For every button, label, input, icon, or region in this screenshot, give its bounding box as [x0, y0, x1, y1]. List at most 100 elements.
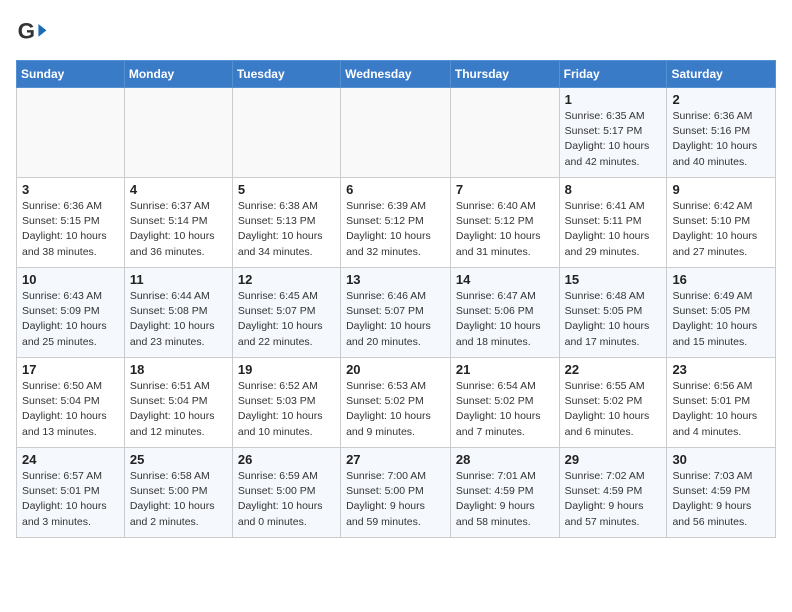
calendar-header: SundayMondayTuesdayWednesdayThursdayFrid…: [17, 61, 776, 88]
day-cell: [341, 88, 451, 178]
day-cell: 18 Sunrise: 6:51 AMSunset: 5:04 PMDayligh…: [124, 358, 232, 448]
day-info: Sunrise: 6:38 AMSunset: 5:13 PMDaylight:…: [238, 199, 335, 260]
day-info: Sunrise: 6:59 AMSunset: 5:00 PMDaylight:…: [238, 469, 335, 530]
day-number: 16: [672, 272, 770, 287]
day-info: Sunrise: 6:41 AMSunset: 5:11 PMDaylight:…: [565, 199, 662, 260]
day-number: 9: [672, 182, 770, 197]
day-cell: [124, 88, 232, 178]
day-number: 15: [565, 272, 662, 287]
day-cell: 7Sunrise: 6:40 AMSunset: 5:12 PMDaylight…: [450, 178, 559, 268]
day-number: 21: [456, 362, 554, 377]
day-cell: 16 Sunrise: 6:49 AMSunset: 5:05 PMDayligh…: [667, 268, 776, 358]
day-info: Sunrise: 6:58 AMSunset: 5:00 PMDaylight:…: [130, 469, 227, 530]
day-cell: [450, 88, 559, 178]
day-number: 17: [22, 362, 119, 377]
day-info: Sunrise: 6:43 AMSunset: 5:09 PMDaylight:…: [22, 289, 119, 350]
day-info: Sunrise: 6:57 AMSunset: 5:01 PMDaylight:…: [22, 469, 119, 530]
day-number: 10: [22, 272, 119, 287]
calendar-body: 1 Sunrise: 6:35 AMSunset: 5:17 PMDaylight…: [17, 88, 776, 538]
day-number: 8: [565, 182, 662, 197]
logo-icon: G: [16, 16, 48, 48]
day-info: Sunrise: 7:00 AMSunset: 5:00 PMDaylight:…: [346, 469, 445, 530]
day-cell: 25 Sunrise: 6:58 AMSunset: 5:00 PMDayligh…: [124, 448, 232, 538]
weekday-header-monday: Monday: [124, 61, 232, 88]
day-cell: 10 Sunrise: 6:43 AMSunset: 5:09 PMDayligh…: [17, 268, 125, 358]
week-row-5: 24 Sunrise: 6:57 AMSunset: 5:01 PMDayligh…: [17, 448, 776, 538]
day-number: 29: [565, 452, 662, 467]
day-info: Sunrise: 7:01 AMSunset: 4:59 PMDaylight:…: [456, 469, 554, 530]
day-cell: 24 Sunrise: 6:57 AMSunset: 5:01 PMDayligh…: [17, 448, 125, 538]
day-info: Sunrise: 6:42 AMSunset: 5:10 PMDaylight:…: [672, 199, 770, 260]
day-number: 23: [672, 362, 770, 377]
day-number: 4: [130, 182, 227, 197]
day-cell: 28 Sunrise: 7:01 AMSunset: 4:59 PMDayligh…: [450, 448, 559, 538]
day-number: 14: [456, 272, 554, 287]
day-info: Sunrise: 6:55 AMSunset: 5:02 PMDaylight:…: [565, 379, 662, 440]
day-cell: 5 Sunrise: 6:38 AMSunset: 5:13 PMDaylight…: [232, 178, 340, 268]
day-number: 5: [238, 182, 335, 197]
day-info: Sunrise: 6:36 AMSunset: 5:16 PMDaylight:…: [672, 109, 770, 170]
day-cell: [232, 88, 340, 178]
day-cell: 8 Sunrise: 6:41 AMSunset: 5:11 PMDaylight…: [559, 178, 667, 268]
day-info: Sunrise: 6:45 AMSunset: 5:07 PMDaylight:…: [238, 289, 335, 350]
day-cell: 6Sunrise: 6:39 AMSunset: 5:12 PMDaylight…: [341, 178, 451, 268]
day-info: Sunrise: 6:46 AMSunset: 5:07 PMDaylight:…: [346, 289, 445, 350]
day-cell: 4 Sunrise: 6:37 AMSunset: 5:14 PMDaylight…: [124, 178, 232, 268]
day-info: Sunrise: 7:02 AMSunset: 4:59 PMDaylight:…: [565, 469, 662, 530]
svg-text:G: G: [18, 18, 35, 43]
logo: G: [16, 16, 54, 48]
weekday-header-wednesday: Wednesday: [341, 61, 451, 88]
day-number: 25: [130, 452, 227, 467]
weekday-row: SundayMondayTuesdayWednesdayThursdayFrid…: [17, 61, 776, 88]
day-info: Sunrise: 6:53 AMSunset: 5:02 PMDaylight:…: [346, 379, 445, 440]
day-number: 1: [565, 92, 662, 107]
day-info: Sunrise: 6:37 AMSunset: 5:14 PMDaylight:…: [130, 199, 227, 260]
day-info: Sunrise: 6:44 AMSunset: 5:08 PMDaylight:…: [130, 289, 227, 350]
day-cell: 14Sunrise: 6:47 AMSunset: 5:06 PMDayligh…: [450, 268, 559, 358]
week-row-2: 3 Sunrise: 6:36 AMSunset: 5:15 PMDaylight…: [17, 178, 776, 268]
day-number: 26: [238, 452, 335, 467]
day-cell: 20 Sunrise: 6:53 AMSunset: 5:02 PMDayligh…: [341, 358, 451, 448]
day-info: Sunrise: 6:49 AMSunset: 5:05 PMDaylight:…: [672, 289, 770, 350]
day-cell: 29 Sunrise: 7:02 AMSunset: 4:59 PMDayligh…: [559, 448, 667, 538]
day-cell: 23 Sunrise: 6:56 AMSunset: 5:01 PMDayligh…: [667, 358, 776, 448]
day-number: 24: [22, 452, 119, 467]
day-cell: 22 Sunrise: 6:55 AMSunset: 5:02 PMDayligh…: [559, 358, 667, 448]
day-cell: 12 Sunrise: 6:45 AMSunset: 5:07 PMDayligh…: [232, 268, 340, 358]
day-info: Sunrise: 6:50 AMSunset: 5:04 PMDaylight:…: [22, 379, 119, 440]
day-number: 12: [238, 272, 335, 287]
day-cell: 1 Sunrise: 6:35 AMSunset: 5:17 PMDaylight…: [559, 88, 667, 178]
weekday-header-friday: Friday: [559, 61, 667, 88]
weekday-header-sunday: Sunday: [17, 61, 125, 88]
weekday-header-saturday: Saturday: [667, 61, 776, 88]
day-cell: 3 Sunrise: 6:36 AMSunset: 5:15 PMDaylight…: [17, 178, 125, 268]
day-number: 28: [456, 452, 554, 467]
day-info: Sunrise: 6:51 AMSunset: 5:04 PMDaylight:…: [130, 379, 227, 440]
day-cell: 30 Sunrise: 7:03 AMSunset: 4:59 PMDayligh…: [667, 448, 776, 538]
day-number: 18: [130, 362, 227, 377]
day-cell: 15 Sunrise: 6:48 AMSunset: 5:05 PMDayligh…: [559, 268, 667, 358]
day-info: Sunrise: 7:03 AMSunset: 4:59 PMDaylight:…: [672, 469, 770, 530]
day-info: Sunrise: 6:35 AMSunset: 5:17 PMDaylight:…: [565, 109, 662, 170]
week-row-3: 10 Sunrise: 6:43 AMSunset: 5:09 PMDayligh…: [17, 268, 776, 358]
weekday-header-thursday: Thursday: [450, 61, 559, 88]
day-info: Sunrise: 6:56 AMSunset: 5:01 PMDaylight:…: [672, 379, 770, 440]
day-number: 22: [565, 362, 662, 377]
day-number: 20: [346, 362, 445, 377]
day-info: Sunrise: 6:39 AMSunset: 5:12 PMDaylight:…: [346, 199, 445, 260]
week-row-4: 17 Sunrise: 6:50 AMSunset: 5:04 PMDayligh…: [17, 358, 776, 448]
day-cell: 21Sunrise: 6:54 AMSunset: 5:02 PMDayligh…: [450, 358, 559, 448]
day-number: 30: [672, 452, 770, 467]
day-info: Sunrise: 6:36 AMSunset: 5:15 PMDaylight:…: [22, 199, 119, 260]
day-info: Sunrise: 6:48 AMSunset: 5:05 PMDaylight:…: [565, 289, 662, 350]
day-info: Sunrise: 6:40 AMSunset: 5:12 PMDaylight:…: [456, 199, 554, 260]
day-number: 27: [346, 452, 445, 467]
day-cell: 2Sunrise: 6:36 AMSunset: 5:16 PMDaylight…: [667, 88, 776, 178]
day-number: 3: [22, 182, 119, 197]
weekday-header-tuesday: Tuesday: [232, 61, 340, 88]
week-row-1: 1 Sunrise: 6:35 AMSunset: 5:17 PMDaylight…: [17, 88, 776, 178]
day-cell: 9 Sunrise: 6:42 AMSunset: 5:10 PMDaylight…: [667, 178, 776, 268]
day-number: 13: [346, 272, 445, 287]
day-cell: 27 Sunrise: 7:00 AMSunset: 5:00 PMDayligh…: [341, 448, 451, 538]
day-cell: 17 Sunrise: 6:50 AMSunset: 5:04 PMDayligh…: [17, 358, 125, 448]
